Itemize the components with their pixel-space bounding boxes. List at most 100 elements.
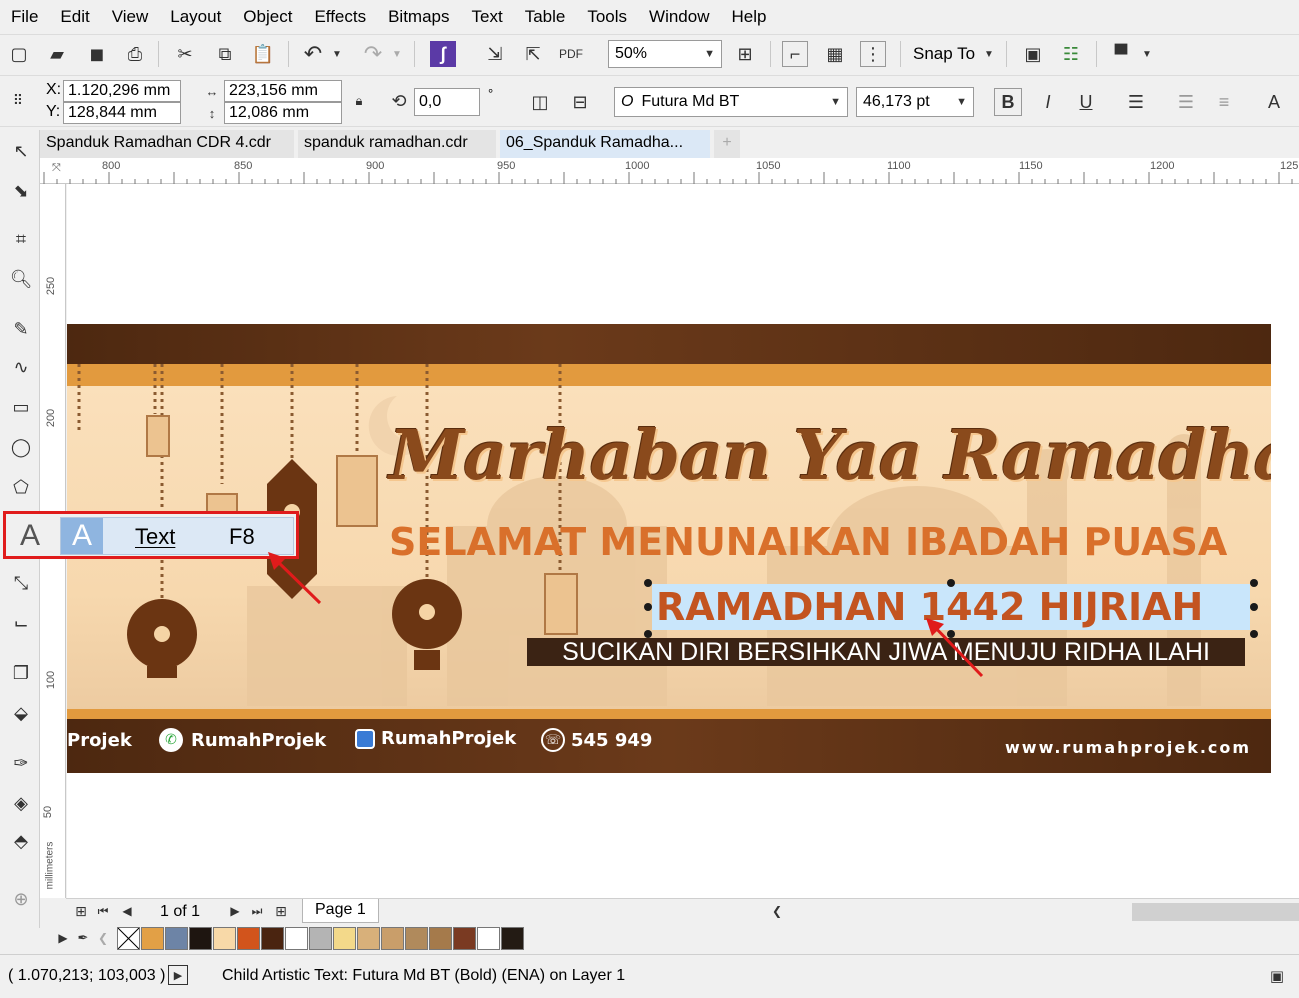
color-swatch[interactable] (381, 927, 404, 950)
artistic-media-icon[interactable]: ∿ (8, 354, 34, 380)
color-eyedropper-icon[interactable]: ✑ (8, 750, 34, 776)
horizontal-ruler[interactable]: ⤧ 800 850 900 950 1000 1050 1100 1150 12… (40, 158, 1299, 184)
redo-icon[interactable]: ↷ (360, 41, 386, 67)
color-swatch[interactable] (501, 927, 524, 950)
font-size-combo[interactable]: 46,173 pt ▼ (856, 87, 974, 117)
options-icon[interactable]: ☷ (1058, 41, 1084, 67)
menu-file[interactable]: File (0, 7, 49, 27)
undo-dropdown-icon[interactable]: ▼ (330, 43, 344, 65)
save-icon[interactable]: ◼ (84, 41, 110, 67)
selection-handle[interactable] (644, 630, 652, 638)
banner-line1-text[interactable]: SELAMAT MENUNAIKAN IBADAH PUASA (389, 520, 1227, 564)
new-document-icon[interactable]: ▢ (6, 41, 32, 67)
color-swatch[interactable] (405, 927, 428, 950)
menu-object[interactable]: Object (232, 7, 303, 27)
width-field[interactable]: 223,156 mm (224, 80, 342, 102)
paste-icon[interactable]: 📋 (250, 41, 276, 67)
selection-handle[interactable] (644, 579, 652, 587)
rectangle-tool-icon[interactable]: ▭ (8, 394, 34, 420)
color-swatch[interactable] (477, 927, 500, 950)
tab-spanduk-ramadhan[interactable]: spanduk ramadhan.cdr (298, 130, 496, 158)
palette-scroll-icon[interactable]: ▶ (54, 929, 72, 947)
color-swatch[interactable] (189, 927, 212, 950)
redo-dropdown-icon[interactable]: ▼ (390, 43, 404, 65)
text-tool-menu-item[interactable]: A Text F8 (60, 517, 294, 555)
color-swatch[interactable] (453, 927, 476, 950)
selection-handle[interactable] (644, 603, 652, 611)
banner-line3-text[interactable]: SUCIKAN DIRI BERSIHKAN JIWA MENUJU RIDHA… (527, 638, 1245, 666)
menu-tools[interactable]: Tools (576, 7, 638, 27)
search-content-icon[interactable]: ʃ (430, 41, 456, 67)
zoom-tool-icon[interactable]: 🔍︎ (8, 266, 34, 292)
underline-icon[interactable]: U (1072, 88, 1100, 116)
connector-tool-icon[interactable]: ⌙ (8, 610, 34, 636)
new-tab-button[interactable]: + (714, 130, 740, 158)
interactive-fill-icon[interactable]: ◈ (8, 790, 34, 816)
show-guidelines-icon[interactable]: ⋮ (860, 41, 886, 67)
bullet-list-icon[interactable]: ☰ (1172, 88, 1200, 116)
font-list-combo[interactable]: O Futura Md BT ▼ (614, 87, 848, 117)
export-icon[interactable]: ⇱ (520, 41, 546, 67)
object-origin-icon[interactable]: ⠿ (6, 88, 30, 112)
horizontal-scrollbar-thumb[interactable] (1132, 903, 1299, 921)
italic-icon[interactable]: I (1034, 88, 1062, 116)
color-swatch[interactable] (333, 927, 356, 950)
color-swatch[interactable] (309, 927, 332, 950)
cut-icon[interactable]: ✂ (172, 41, 198, 67)
last-page-icon[interactable]: ⏭ (248, 902, 266, 920)
mirror-horizontal-icon[interactable]: ◫ (528, 90, 552, 114)
drop-shadow-icon[interactable]: ❐ (8, 660, 34, 686)
ellipse-tool-icon[interactable]: ◯ (8, 434, 34, 460)
previous-page-icon[interactable]: ◀ (118, 902, 136, 920)
menu-window[interactable]: Window (638, 7, 720, 27)
transparency-tool-icon[interactable]: ⬙ (8, 700, 34, 726)
color-swatch[interactable] (141, 927, 164, 950)
show-rulers-icon[interactable]: ⌐ (782, 41, 808, 67)
text-alignment-icon[interactable]: ☰ (1122, 88, 1150, 116)
parallel-dimension-icon[interactable]: ⤡ (8, 570, 34, 596)
add-page-after-icon[interactable]: ⊞ (272, 902, 290, 920)
color-swatch[interactable] (429, 927, 452, 950)
color-swatch[interactable] (237, 927, 260, 950)
color-swatch[interactable] (213, 927, 236, 950)
selection-handle[interactable] (1250, 579, 1258, 587)
shape-tool-icon[interactable]: ⬊ (8, 178, 34, 204)
play-icon[interactable]: ▶ (168, 965, 188, 985)
drop-cap-icon[interactable]: ≡ (1210, 88, 1238, 116)
selection-handle[interactable] (947, 579, 955, 587)
snap-to-label[interactable]: Snap To (913, 44, 975, 64)
menu-table[interactable]: Table (514, 7, 577, 27)
first-page-icon[interactable]: ⏮ (94, 902, 112, 920)
freehand-tool-icon[interactable]: ✎ (8, 316, 34, 342)
no-color-swatch[interactable] (117, 927, 140, 950)
menu-layout[interactable]: Layout (159, 7, 232, 27)
y-position-field[interactable]: 128,844 mm (63, 102, 181, 124)
launcher-dropdown-icon[interactable]: ▼ (1140, 43, 1154, 65)
palette-back-icon[interactable]: ❮ (96, 929, 110, 947)
full-screen-preview-icon[interactable]: ⊞ (732, 41, 758, 67)
bold-icon[interactable]: B (994, 88, 1022, 116)
welcome-screen-icon[interactable]: ▣ (1020, 41, 1046, 67)
pick-tool-icon[interactable]: ↖ (8, 138, 34, 164)
add-page-before-icon[interactable]: ⊞ (72, 902, 90, 920)
banner-title-text[interactable]: Marhaban Yaa Ramadhan (389, 416, 1271, 496)
undo-icon[interactable]: ↶ (300, 41, 326, 67)
publish-pdf-icon[interactable]: PDF (558, 41, 584, 67)
import-icon[interactable]: ⇲ (482, 41, 508, 67)
text-tool-icon[interactable]: A (10, 517, 50, 555)
height-field[interactable]: 12,086 mm (224, 102, 342, 124)
page-1-tab[interactable]: Page 1 (302, 899, 379, 923)
add-tool-icon[interactable]: ⊕ (8, 886, 34, 912)
menu-effects[interactable]: Effects (303, 7, 377, 27)
polygon-tool-icon[interactable]: ⬠ (8, 474, 34, 500)
snap-to-dropdown-icon[interactable]: ▼ (982, 43, 996, 65)
selection-handle[interactable] (1250, 603, 1258, 611)
scroll-left-icon[interactable]: ❮ (768, 902, 786, 920)
print-icon[interactable]: ⎙ (122, 41, 148, 67)
text-properties-icon[interactable]: A (1260, 88, 1288, 116)
crop-tool-icon[interactable]: ⌗ (8, 226, 34, 252)
zoom-levels-combo[interactable]: 50% ▼ (608, 40, 722, 68)
menu-view[interactable]: View (101, 7, 160, 27)
menu-bitmaps[interactable]: Bitmaps (377, 7, 460, 27)
eyedropper-icon[interactable]: ✒ (74, 929, 92, 947)
